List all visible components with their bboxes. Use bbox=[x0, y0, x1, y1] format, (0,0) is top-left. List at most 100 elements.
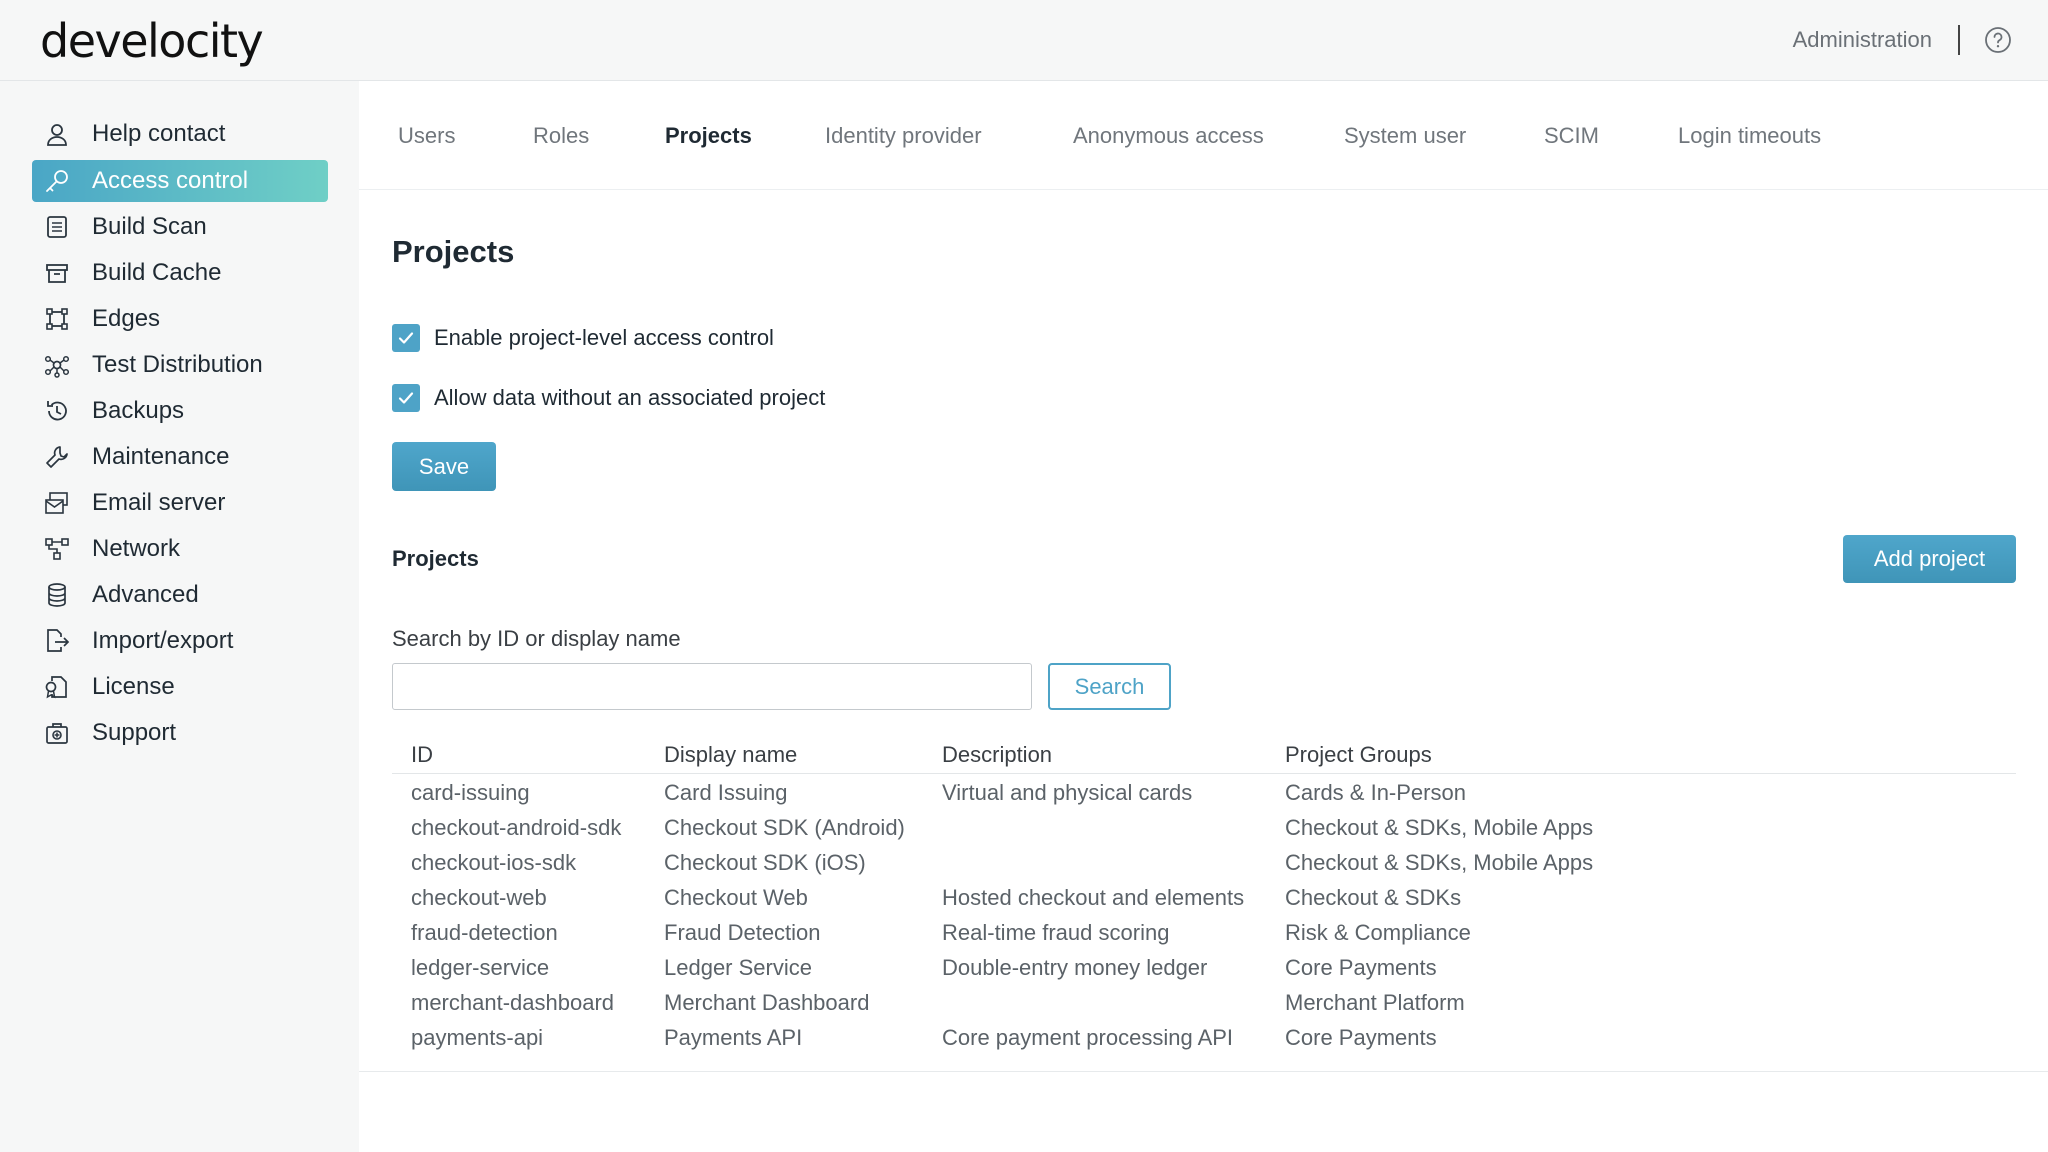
add-project-button[interactable]: Add project bbox=[1843, 535, 2016, 583]
table-row[interactable]: checkout-android-sdk Checkout SDK (Andro… bbox=[392, 811, 2016, 846]
tab-scim[interactable]: SCIM bbox=[1544, 123, 1599, 149]
table-row[interactable]: checkout-ios-sdk Checkout SDK (iOS) Chec… bbox=[392, 846, 2016, 881]
save-button[interactable]: Save bbox=[392, 442, 496, 491]
cell-id[interactable]: merchant-dashboard bbox=[411, 990, 614, 1016]
sidebar-item-test-distribution[interactable]: Test Distribution bbox=[32, 344, 328, 386]
cell-description: Double-entry money ledger bbox=[942, 955, 1208, 980]
sidebar-item-label: Build Cache bbox=[92, 259, 222, 286]
sidebar-item-backups[interactable]: Backups bbox=[32, 390, 328, 432]
sidebar-item-label: Network bbox=[92, 535, 181, 562]
sidebar-item-label: Backups bbox=[92, 397, 185, 424]
enable-project-access-option: Enable project-level access control bbox=[392, 324, 774, 352]
search-button[interactable]: Search bbox=[1048, 663, 1171, 710]
allow-data-without-project-option: Allow data without an associated project bbox=[392, 384, 825, 412]
square-nodes-icon bbox=[46, 308, 68, 330]
table-row[interactable]: ledger-service Ledger Service Double-ent… bbox=[392, 951, 2016, 986]
cell-project-groups: Checkout & SDKs, Mobile Apps bbox=[1285, 815, 1594, 840]
content-bottom-edge bbox=[359, 1071, 2048, 1152]
tab-anonymous-access[interactable]: Anonymous access bbox=[1073, 123, 1264, 149]
cell-display-name: Checkout SDK (Android) bbox=[664, 815, 905, 840]
sidebar-item-import-export[interactable]: Import/export bbox=[32, 620, 328, 662]
projects-section-title: Projects bbox=[392, 546, 479, 571]
cell-id[interactable]: checkout-web bbox=[411, 885, 547, 911]
cell-id[interactable]: checkout-ios-sdk bbox=[411, 850, 576, 876]
column-header-project-groups[interactable]: Project Groups bbox=[1285, 742, 1432, 768]
cell-display-name: Ledger Service bbox=[664, 955, 812, 980]
table-row[interactable]: fraud-detection Fraud Detection Real-tim… bbox=[392, 916, 2016, 951]
administration-link[interactable]: Administration bbox=[1793, 27, 1932, 53]
question-circle-icon[interactable] bbox=[1984, 26, 2012, 54]
projects-table: ID Display name Description Project Grou… bbox=[392, 738, 2016, 1071]
tab-users[interactable]: Users bbox=[398, 123, 455, 149]
sidebar-item-network[interactable]: Network bbox=[32, 528, 328, 570]
cell-display-name: Payments API bbox=[664, 1025, 803, 1050]
sidebar-item-label: Advanced bbox=[92, 581, 199, 608]
cell-display-name: Checkout Web bbox=[664, 885, 808, 910]
cell-id[interactable]: card-issuing bbox=[411, 780, 530, 806]
access-control-tabs: Users Roles Projects Identity provider A… bbox=[359, 81, 2048, 190]
tab-projects[interactable]: Projects bbox=[665, 123, 752, 149]
sidebar-item-help-contact[interactable]: Help contact bbox=[32, 113, 328, 155]
sidebar-item-build-cache[interactable]: Build Cache bbox=[32, 252, 328, 294]
table-row[interactable]: card-issuing Card Issuing Virtual and ph… bbox=[392, 776, 2016, 811]
cell-display-name: Fraud Detection bbox=[664, 920, 821, 945]
search-label: Search by ID or display name bbox=[392, 626, 681, 651]
cell-description: Hosted checkout and elements bbox=[942, 885, 1245, 910]
cell-id[interactable]: checkout-android-sdk bbox=[411, 815, 621, 841]
cell-display-name: Checkout SDK (iOS) bbox=[664, 850, 866, 875]
table-row[interactable]: payments-api Payments API Core payment p… bbox=[392, 1021, 2016, 1056]
tab-roles[interactable]: Roles bbox=[533, 123, 589, 149]
column-header-id[interactable]: ID bbox=[411, 742, 433, 768]
cell-project-groups: Merchant Platform bbox=[1285, 990, 1465, 1015]
cell-project-groups: Cards & In-Person bbox=[1285, 780, 1466, 805]
cell-project-groups: Checkout & SDKs bbox=[1285, 885, 1462, 910]
checkmark-icon bbox=[398, 332, 414, 344]
cell-project-groups: Checkout & SDKs, Mobile Apps bbox=[1285, 850, 1594, 875]
cell-id[interactable]: payments-api bbox=[411, 1025, 543, 1051]
tab-identity-provider[interactable]: Identity provider bbox=[825, 123, 982, 149]
tab-login-timeouts[interactable]: Login timeouts bbox=[1678, 123, 1821, 149]
enable-project-access-label: Enable project-level access control bbox=[434, 325, 774, 350]
sidebar-item-label: Test Distribution bbox=[92, 351, 263, 378]
history-icon bbox=[47, 401, 67, 421]
sidebar-item-access-control[interactable]: Access control bbox=[32, 160, 328, 202]
sidebar-item-support[interactable]: Support bbox=[32, 712, 328, 754]
sidebar-item-label: Edges bbox=[92, 305, 161, 332]
cell-id[interactable]: fraud-detection bbox=[411, 920, 558, 946]
sidebar-item-license[interactable]: License bbox=[32, 666, 328, 708]
sidebar-item-maintenance[interactable]: Maintenance bbox=[32, 436, 328, 478]
top-bar: develocity Administration bbox=[0, 0, 2048, 81]
sidebar-item-label: Build Scan bbox=[92, 213, 207, 240]
sidebar-item-advanced[interactable]: Advanced bbox=[32, 574, 328, 616]
wrench-icon bbox=[46, 446, 68, 468]
enable-project-access-checkbox[interactable] bbox=[392, 324, 420, 352]
network-hub-icon bbox=[44, 355, 70, 378]
column-header-description[interactable]: Description bbox=[942, 742, 1052, 768]
cell-display-name: Card Issuing bbox=[664, 780, 788, 805]
sidebar-item-label: Maintenance bbox=[92, 443, 230, 470]
email-server-icon bbox=[45, 492, 68, 514]
cell-project-groups: Risk & Compliance bbox=[1285, 920, 1471, 945]
column-header-display-name[interactable]: Display name bbox=[664, 742, 797, 768]
list-document-icon bbox=[47, 216, 67, 238]
license-icon bbox=[45, 676, 67, 699]
cell-project-groups: Core Payments bbox=[1285, 955, 1437, 980]
sidebar-item-label: License bbox=[92, 673, 175, 700]
sidebar-item-email-server[interactable]: Email server bbox=[32, 482, 328, 524]
cell-id[interactable]: ledger-service bbox=[411, 955, 549, 981]
database-icon bbox=[48, 583, 66, 607]
person-icon bbox=[47, 124, 67, 146]
sidebar-item-label: Import/export bbox=[92, 627, 234, 654]
search-input[interactable] bbox=[392, 663, 1032, 710]
allow-data-without-project-checkbox[interactable] bbox=[392, 384, 420, 412]
cell-description: Core payment processing API bbox=[942, 1025, 1234, 1050]
sidebar-item-label: Support bbox=[92, 719, 177, 746]
sidebar-item-edges[interactable]: Edges bbox=[32, 298, 328, 340]
sidebar-item-build-scan[interactable]: Build Scan bbox=[32, 206, 328, 248]
table-row[interactable]: checkout-web Checkout Web Hosted checkou… bbox=[392, 881, 2016, 916]
table-row[interactable]: merchant-dashboard Merchant Dashboard Me… bbox=[392, 986, 2016, 1021]
develocity-logo[interactable]: develocity bbox=[40, 14, 264, 68]
sidebar: Help contact Access control Build Scan B… bbox=[0, 81, 359, 1152]
file-export-icon bbox=[47, 629, 70, 652]
tab-system-user[interactable]: System user bbox=[1344, 123, 1466, 149]
